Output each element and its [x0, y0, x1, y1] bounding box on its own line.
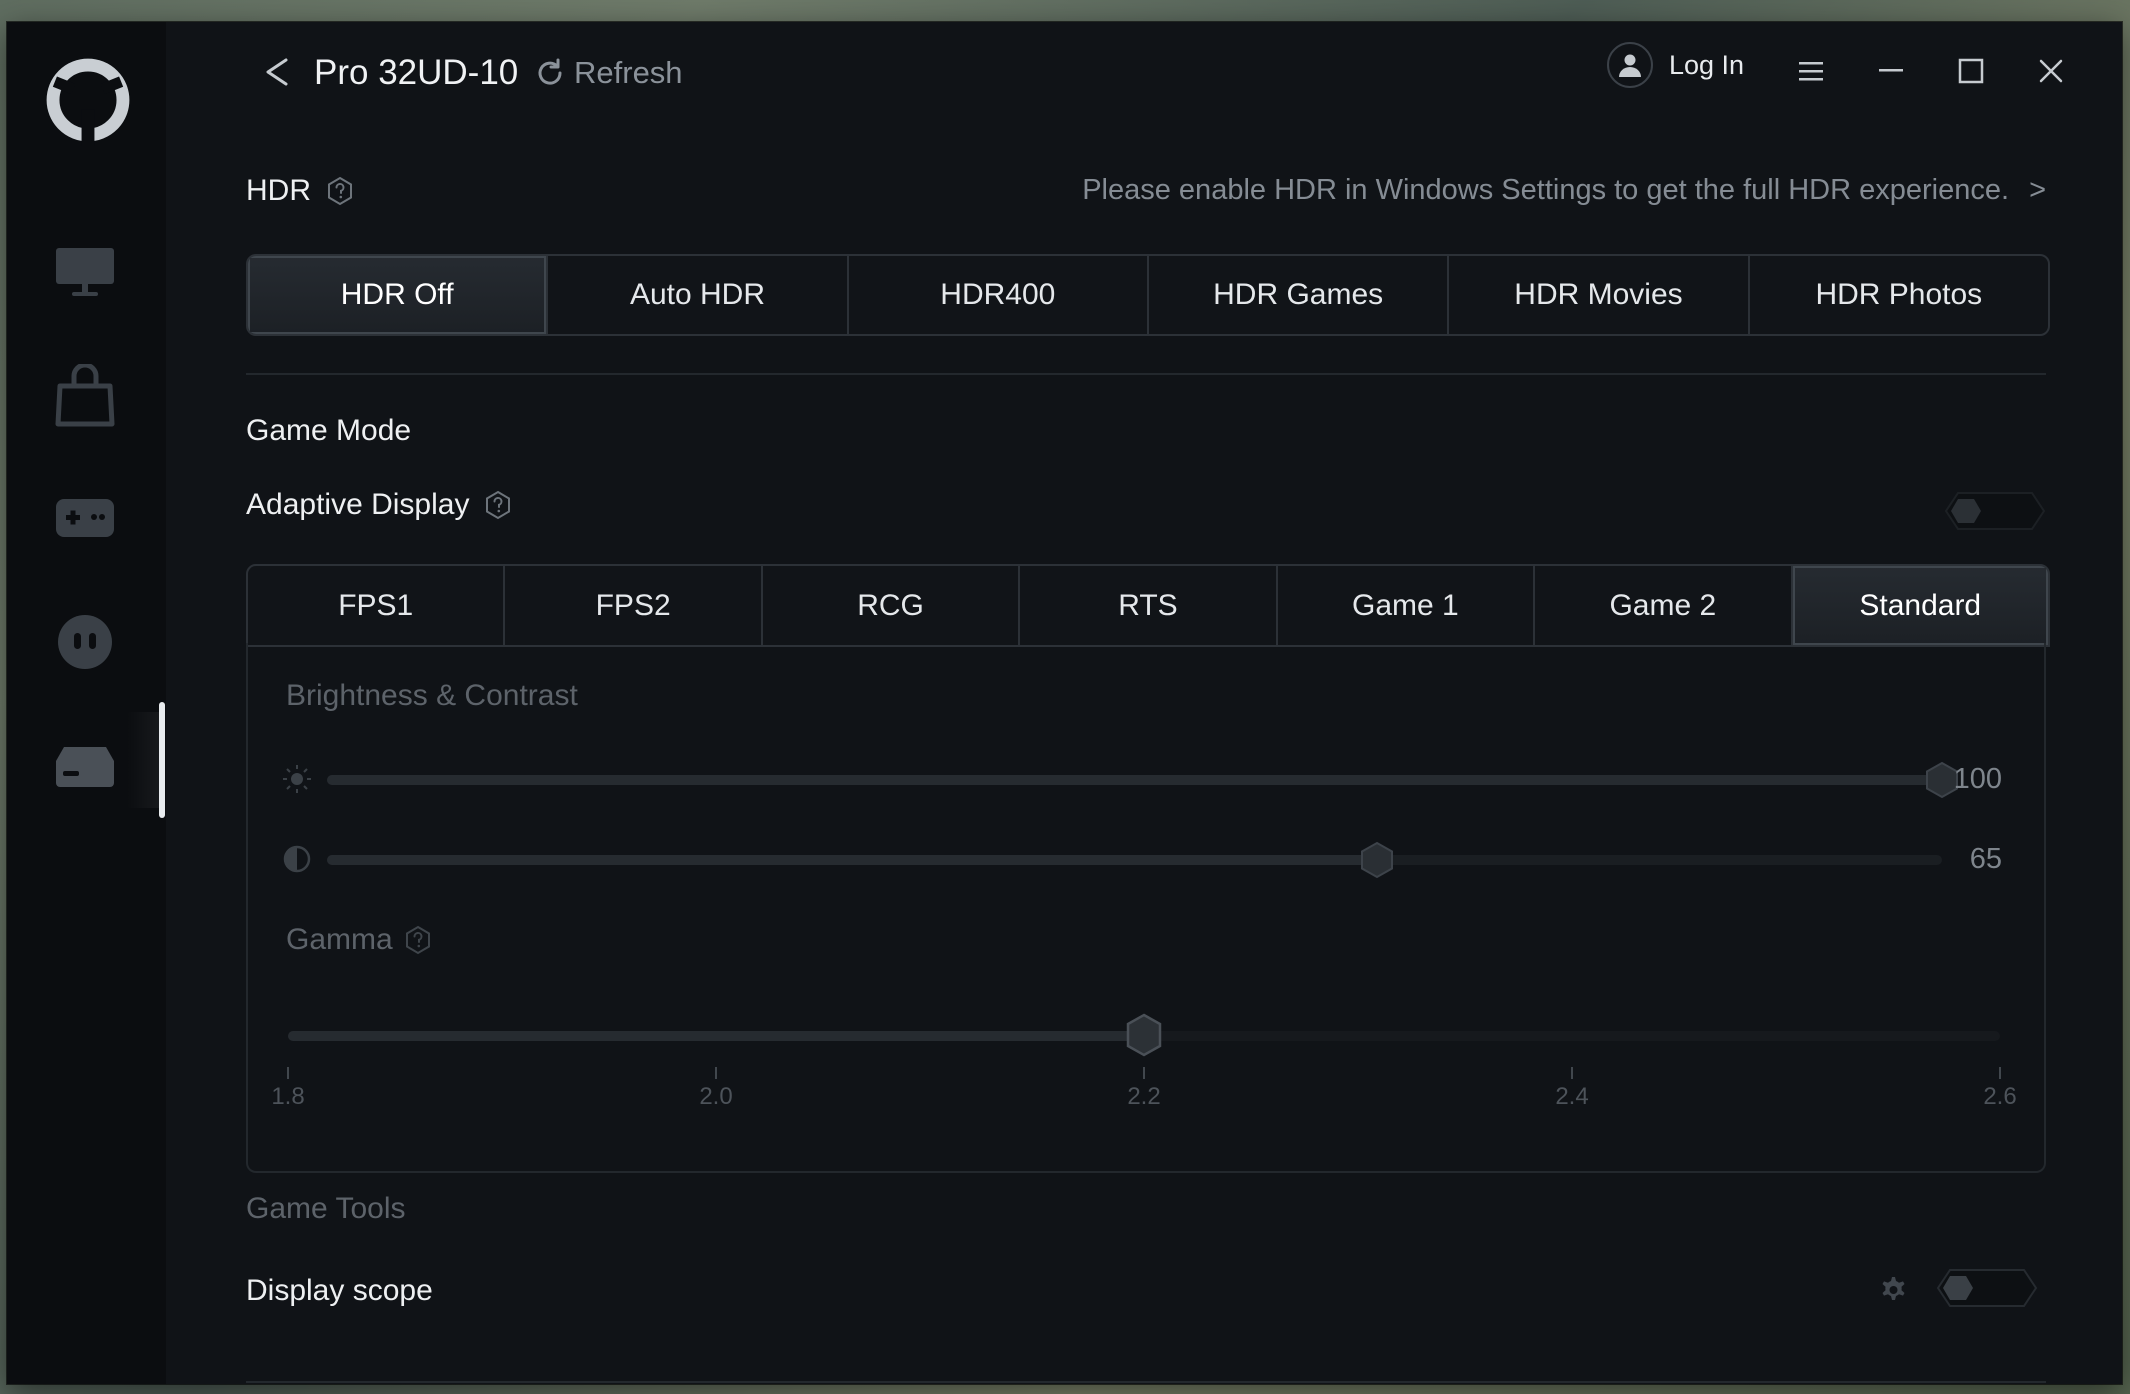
device-title: Pro 32UD-10	[314, 53, 519, 92]
login-button[interactable]: Log In	[1607, 42, 1744, 88]
back-arrow-icon[interactable]	[256, 52, 296, 92]
contrast-value: 65	[1969, 843, 2002, 875]
gamma-tick-label: 2.4	[1555, 1083, 1589, 1110]
user-avatar	[1607, 42, 1653, 88]
sidebar-item-device[interactable]	[52, 736, 118, 796]
menu-button[interactable]	[1783, 46, 1839, 96]
gamma-help-icon[interactable]	[403, 925, 433, 955]
gamma-tick-mark	[1143, 1067, 1145, 1079]
game-mode-standard[interactable]: Standard	[1792, 566, 2048, 645]
hdr-notice-text: Please enable HDR in Windows Settings to…	[1082, 174, 2010, 206]
game-mode-fps1[interactable]: FPS1	[248, 566, 506, 645]
login-label: Log In	[1669, 49, 1745, 80]
brightness-contrast-title: Brightness & Contrast	[286, 679, 578, 712]
contrast-slider-fill	[327, 855, 1377, 865]
nav-active-indicator	[159, 702, 165, 818]
gamma-tick: 1.8	[248, 1067, 328, 1111]
contrast-slider-track[interactable]	[327, 841, 1942, 879]
hdr-help-icon[interactable]	[325, 176, 355, 206]
adaptive-display-label: Adaptive Display	[246, 488, 470, 521]
hdr-label: HDR	[246, 174, 311, 207]
app-logo-icon	[46, 58, 130, 146]
device-icon	[56, 747, 114, 787]
gamma-tick-mark	[287, 1067, 289, 1079]
section-divider	[246, 373, 2046, 375]
minimize-button[interactable]	[1863, 46, 1919, 96]
sidebar	[7, 22, 166, 1384]
sun-icon	[283, 765, 311, 793]
user-icon	[1619, 54, 1641, 77]
gamma-tick-mark	[1999, 1067, 2001, 1079]
hdr-option-games[interactable]: HDR Games	[1149, 256, 1450, 334]
hdr-settings-link[interactable]: Please enable HDR in Windows Settings to…	[1082, 174, 2046, 207]
gamma-tick-mark	[1571, 1067, 1573, 1079]
refresh-label: Refresh	[574, 55, 683, 90]
display-scope-label: Display scope	[246, 1274, 433, 1307]
maximize-button[interactable]	[1943, 46, 1999, 96]
gamepad-icon	[56, 499, 114, 537]
gamma-tick-label: 1.8	[271, 1083, 305, 1110]
hdr-mode-selector: HDR Off Auto HDR HDR400 HDR Games HDR Mo…	[246, 254, 2050, 336]
close-button[interactable]	[2023, 46, 2079, 96]
monitor-icon	[56, 248, 114, 296]
hdr-label-row: HDR	[246, 174, 355, 208]
gamma-tick-label: 2.2	[1127, 1083, 1161, 1110]
gamma-tick: 2.2	[1104, 1067, 1184, 1111]
adaptive-display-help-icon[interactable]	[483, 490, 513, 520]
brightness-value: 100	[1953, 763, 2002, 795]
hdr-option-off[interactable]: HDR Off	[248, 256, 549, 334]
contrast-icon	[283, 845, 311, 873]
game-mode-rts[interactable]: RTS	[1020, 566, 1278, 645]
hdr-option-hdr400[interactable]: HDR400	[849, 256, 1149, 334]
hdr-option-auto[interactable]: Auto HDR	[548, 256, 849, 334]
game-mode-fps2[interactable]: FPS2	[505, 566, 763, 645]
game-mode-title: Game Mode	[246, 414, 412, 447]
game-mode-settings-panel: Brightness & Contrast 100 65 Gamma 1.8 2…	[246, 643, 2046, 1173]
sidebar-item-assistant[interactable]	[52, 612, 118, 672]
app-window: Pro 32UD-10 Refresh Log In HDR Please en…	[7, 22, 2122, 1384]
gamma-label-row: Gamma	[286, 923, 433, 957]
refresh-button[interactable]: Refresh	[534, 52, 683, 94]
sidebar-item-monitor[interactable]	[52, 242, 118, 302]
gamma-tick-mark	[715, 1067, 717, 1079]
gamma-tick: 2.4	[1532, 1067, 1612, 1111]
bottom-divider	[246, 1381, 2046, 1383]
refresh-icon	[538, 58, 562, 85]
display-scope-toggle[interactable]	[1936, 1268, 2038, 1308]
adaptive-display-row: Adaptive Display	[246, 488, 513, 522]
game-tools-title: Game Tools	[246, 1192, 406, 1225]
gamma-label: Gamma	[286, 923, 393, 956]
close-icon	[2039, 59, 2063, 83]
gamma-slider-fill	[288, 1031, 1144, 1041]
brightness-slider-row: 100	[282, 759, 2002, 799]
gamma-slider-track[interactable]	[288, 1013, 2000, 1057]
brightness-slider-fill	[327, 775, 1942, 785]
hdr-option-movies[interactable]: HDR Movies	[1449, 256, 1750, 334]
game-mode-selector: FPS1 FPS2 RCG RTS Game 1 Game 2 Standard	[246, 564, 2050, 647]
chevron-right-icon: >	[2029, 174, 2046, 206]
sidebar-item-gaming[interactable]	[52, 488, 118, 548]
gamma-tick: 2.0	[676, 1067, 756, 1111]
contrast-slider-row: 65	[282, 839, 2002, 879]
contrast-slider-thumb[interactable]	[1359, 841, 1395, 879]
hdr-option-photos[interactable]: HDR Photos	[1750, 256, 2048, 334]
game-mode-game2[interactable]: Game 2	[1535, 566, 1793, 645]
gamma-tick: 2.6	[1960, 1067, 2040, 1111]
display-scope-settings-gear-icon[interactable]	[1875, 1273, 1909, 1307]
gamma-tick-label: 2.0	[699, 1083, 733, 1110]
minimize-icon	[1879, 69, 1903, 72]
shopping-bag-icon	[55, 364, 115, 427]
game-mode-game1[interactable]: Game 1	[1278, 566, 1536, 645]
gamma-tick-label: 2.6	[1983, 1083, 2017, 1110]
gamma-slider-thumb[interactable]	[1125, 1013, 1163, 1057]
face-icon	[58, 615, 112, 669]
sidebar-item-store[interactable]	[52, 364, 118, 427]
game-mode-rcg[interactable]: RCG	[763, 566, 1021, 645]
maximize-icon	[1958, 58, 1984, 84]
brightness-slider-track[interactable]	[327, 761, 1958, 799]
hamburger-menu-icon	[1799, 62, 1823, 81]
adaptive-display-toggle[interactable]	[1944, 491, 2046, 531]
